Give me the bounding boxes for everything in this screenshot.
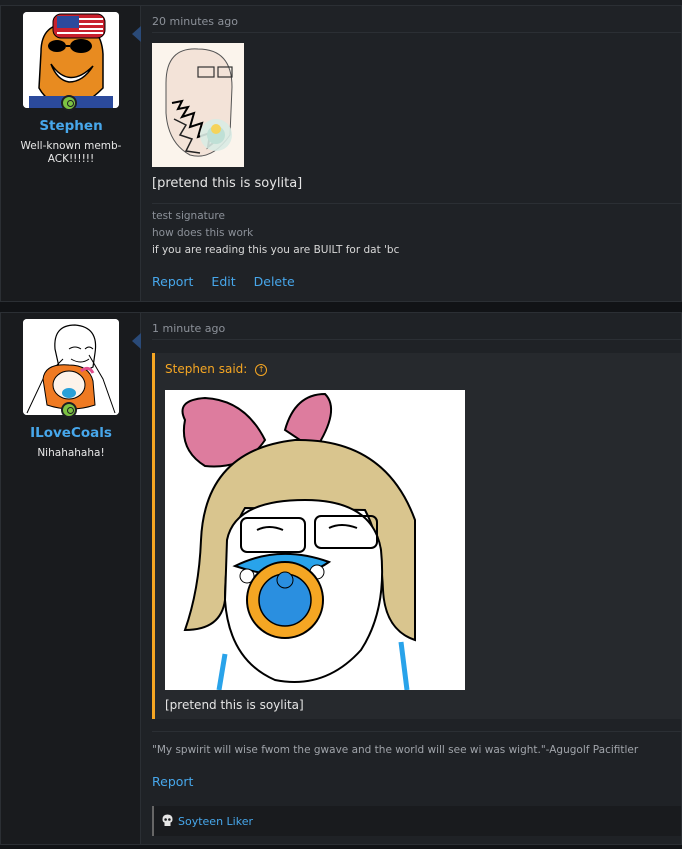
delete-link[interactable]: Delete — [254, 274, 295, 289]
badge-label[interactable]: Soyteen Liker — [178, 815, 253, 828]
quote-block: Stephen said: ↑ [pretend this is soylita… — [152, 353, 681, 719]
post-pointer — [132, 333, 141, 349]
online-status-icon — [61, 95, 77, 111]
divider — [152, 339, 681, 340]
divider — [152, 32, 681, 33]
username[interactable]: ILoveCoals — [1, 425, 141, 441]
post-actions: Report Edit Delete — [152, 274, 309, 289]
quote-header[interactable]: Stephen said: ↑ — [165, 362, 268, 376]
signature: test signature how does this work if you… — [152, 208, 399, 259]
post-timestamp[interactable]: 1 minute ago — [152, 322, 225, 335]
signature-line: if you are reading this you are BUILT fo… — [152, 244, 400, 256]
post-image[interactable] — [152, 43, 244, 167]
quote-jump-icon[interactable]: ↑ — [255, 363, 268, 376]
badge-row: Soyteen Liker — [152, 806, 681, 836]
quote-image[interactable] — [165, 390, 465, 690]
divider — [152, 203, 681, 204]
online-status-icon — [61, 402, 77, 418]
user-title: Nihahahaha! — [37, 447, 105, 459]
post-pointer — [132, 26, 141, 42]
report-link[interactable]: Report — [152, 274, 193, 289]
edit-link[interactable]: Edit — [211, 274, 235, 289]
message-content: 1 minute ago Stephen said: ↑ [pretend th… — [141, 313, 681, 844]
post-actions: Report — [152, 774, 207, 789]
avatar[interactable] — [23, 12, 119, 108]
post-1: Stephen Well-known memb- ACK!!!!!! 20 mi… — [0, 5, 682, 302]
username[interactable]: Stephen — [1, 118, 141, 134]
post-body: [pretend this is soylita] — [152, 176, 303, 191]
user-title: Well-known memb- ACK!!!!!! — [20, 140, 122, 165]
signature-line: test signature — [152, 210, 225, 222]
user-column: ILoveCoals Nihahahaha! — [1, 313, 141, 844]
avatar[interactable] — [23, 319, 119, 415]
report-link[interactable]: Report — [152, 774, 193, 789]
signature: "My spwirit will wise fwom the gwave and… — [152, 742, 638, 759]
quote-author[interactable]: Stephen said: — [165, 362, 247, 376]
message-content: 20 minutes ago [pretend this is soylita]… — [141, 6, 681, 301]
user-column: Stephen Well-known memb- ACK!!!!!! — [1, 6, 141, 301]
signature-line: how does this work — [152, 227, 254, 239]
quote-body: [pretend this is soylita] — [165, 698, 304, 712]
post-2: ILoveCoals Nihahahaha! 1 minute ago Step… — [0, 312, 682, 845]
divider — [152, 731, 681, 732]
signature-line: "My spwirit will wise fwom the gwave and… — [152, 744, 639, 756]
post-timestamp[interactable]: 20 minutes ago — [152, 15, 238, 28]
skull-icon — [162, 814, 173, 826]
